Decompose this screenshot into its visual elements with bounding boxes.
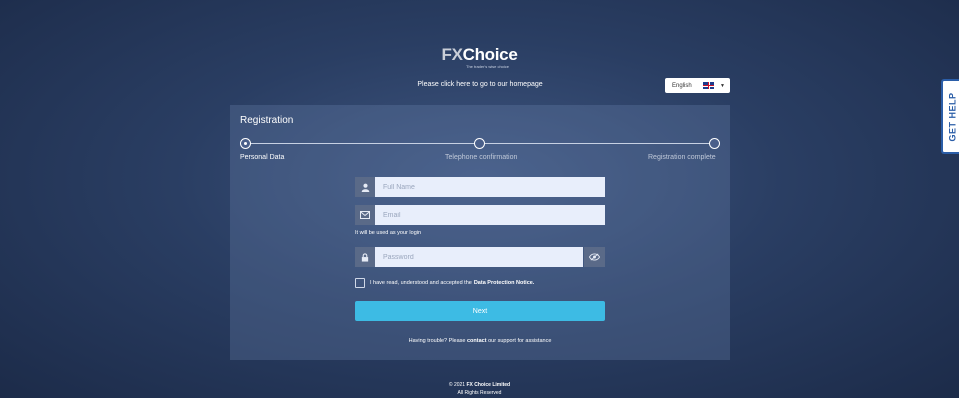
support-note: Having trouble? Please contact our suppo… — [230, 338, 730, 344]
support-note-suffix: our support for assistance — [488, 338, 552, 344]
brand-logo[interactable]: FXChoice — [0, 46, 959, 63]
consent-text: I have read, understood and accepted the — [370, 280, 472, 286]
get-help-button[interactable]: GET HELP — [941, 79, 959, 154]
copyright-year: © 2021 — [448, 382, 466, 388]
step-label-personal-data: Personal Data — [240, 154, 285, 161]
consent-row: I have read, understood and accepted the… — [355, 278, 534, 288]
user-icon — [355, 177, 375, 197]
logo-fx: FX — [441, 45, 463, 64]
envelope-icon — [355, 205, 375, 225]
caret-down-icon: ▼ — [720, 82, 725, 89]
rights-text: All Rights Reserved — [457, 390, 502, 396]
language-label: English — [672, 82, 692, 89]
next-button[interactable]: Next — [355, 301, 605, 321]
language-select[interactable]: English ▼ — [665, 78, 730, 93]
company-name: FX Choice Limited — [466, 382, 511, 388]
uk-flag-icon — [703, 82, 715, 89]
logo-tagline: The trader's wise choice — [466, 64, 510, 69]
lock-icon — [355, 247, 375, 267]
step-dot-personal-data — [240, 138, 251, 149]
step-dot-telephone-confirmation — [474, 138, 485, 149]
consent-checkbox[interactable] — [355, 278, 365, 288]
get-help-label: GET HELP — [947, 91, 958, 142]
email-hint: It will be used as your login — [355, 230, 422, 236]
step-dot-registration-complete — [709, 138, 720, 149]
footer: © 2021 FX Choice Limited All Rights Rese… — [0, 381, 959, 397]
step-label-registration-complete: Registration complete — [648, 154, 716, 161]
step-label-telephone-confirmation: Telephone confirmation — [445, 154, 518, 161]
data-protection-notice-link[interactable]: Data Protection Notice. — [474, 280, 535, 286]
support-note-prefix: Having trouble? Please — [408, 338, 466, 344]
registration-panel: Registration Personal Data Telephone con… — [230, 105, 730, 360]
contact-link[interactable]: contact — [467, 338, 487, 344]
email-input[interactable] — [375, 205, 605, 225]
password-input[interactable] — [375, 247, 583, 267]
full-name-input[interactable] — [375, 177, 605, 197]
password-field — [355, 247, 605, 267]
panel-title: Registration — [240, 115, 294, 126]
show-password-eye-icon[interactable] — [584, 247, 605, 267]
logo-choice: Choice — [462, 45, 518, 64]
homepage-link[interactable]: Please click here to go to our homepage — [380, 81, 580, 88]
email-field — [355, 205, 605, 225]
full-name-field — [355, 177, 605, 197]
